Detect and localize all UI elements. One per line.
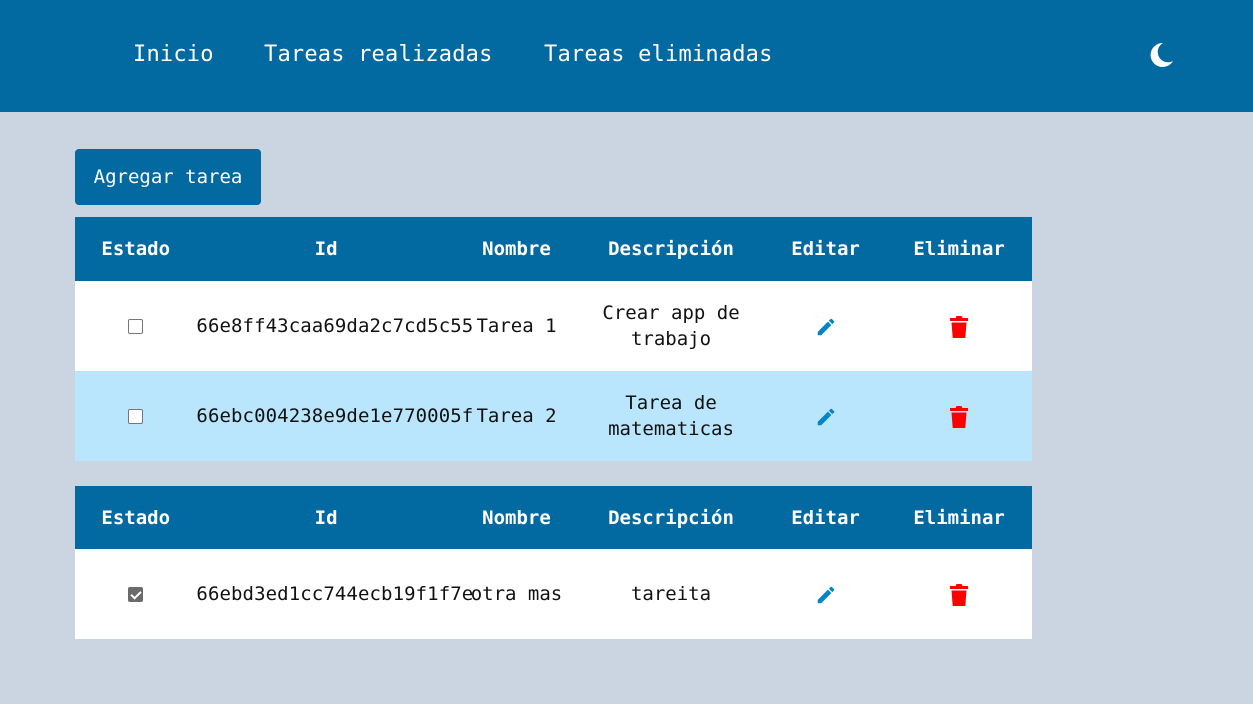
done-tasks-table: Estado Id Nombre Descripción Editar Elim…: [75, 486, 1032, 639]
delete-trash-icon[interactable]: [949, 315, 969, 339]
eliminar-cell: [886, 549, 1032, 639]
header-estado: Estado: [101, 506, 171, 529]
header-editar: Editar: [791, 506, 860, 529]
edit-pencil-icon[interactable]: [815, 584, 837, 606]
add-task-button[interactable]: Agregar tarea: [75, 149, 261, 205]
header-id: Id: [314, 506, 338, 529]
editar-cell: [765, 371, 886, 461]
header-eliminar: Eliminar: [913, 238, 1005, 260]
eliminar-cell: [886, 371, 1032, 461]
estado-cell: [75, 371, 196, 461]
task-description: Tarea de matematicas: [608, 392, 734, 440]
task-id: 66ebc004238e9de1e770005f: [196, 405, 474, 427]
nav-link-tareas-eliminadas[interactable]: Tareas eliminadas: [544, 41, 773, 69]
edit-pencil-icon[interactable]: [815, 316, 837, 338]
header-nombre: Nombre: [482, 506, 551, 529]
navbar: Inicio Tareas realizadas Tareas eliminad…: [0, 0, 1253, 112]
delete-trash-icon[interactable]: [949, 583, 969, 607]
status-checkbox[interactable]: [128, 409, 144, 424]
task-name: otra mas: [470, 583, 563, 605]
table-header: Estado Id Nombre Descripción Editar Elim…: [75, 217, 1032, 281]
header-descripcion: Descripción: [608, 238, 734, 260]
delete-trash-icon[interactable]: [949, 405, 969, 429]
pending-tasks-table: Estado Id Nombre Descripción Editar Elim…: [75, 217, 1032, 461]
header-nombre: Nombre: [482, 238, 551, 260]
nav-link-inicio[interactable]: Inicio: [133, 41, 214, 69]
table-header: Estado Id Nombre Descripción Editar Elim…: [75, 486, 1032, 549]
moon-icon[interactable]: [1146, 40, 1176, 70]
estado-cell: [75, 281, 196, 371]
table-row: 66e8ff43caa69da2c7cd5c55 Tarea 1 Crear a…: [75, 281, 1032, 371]
eliminar-cell: [886, 281, 1032, 371]
editar-cell: [765, 281, 886, 371]
task-description: tareita: [630, 583, 712, 605]
edit-pencil-icon[interactable]: [815, 406, 837, 428]
header-estado: Estado: [101, 238, 171, 260]
header-id: Id: [314, 238, 338, 260]
task-id: 66ebd3ed1cc744ecb19f1f7e: [196, 583, 474, 605]
task-id: 66e8ff43caa69da2c7cd5c55: [196, 315, 474, 337]
header-descripcion: Descripción: [608, 506, 734, 529]
task-description: Crear app de trabajo: [602, 302, 740, 350]
task-name: Tarea 1: [476, 315, 557, 337]
table-row: 66ebd3ed1cc744ecb19f1f7e otra mas tareit…: [75, 549, 1032, 639]
estado-cell: [75, 549, 196, 639]
status-checkbox[interactable]: [128, 319, 144, 334]
task-name: Tarea 2: [476, 405, 557, 427]
header-editar: Editar: [791, 238, 860, 260]
status-checkbox[interactable]: [128, 587, 144, 602]
nav-link-tareas-realizadas[interactable]: Tareas realizadas: [264, 41, 493, 69]
table-row: 66ebc004238e9de1e770005f Tarea 2 Tarea d…: [75, 371, 1032, 461]
header-eliminar: Eliminar: [913, 506, 1005, 529]
editar-cell: [765, 549, 886, 639]
